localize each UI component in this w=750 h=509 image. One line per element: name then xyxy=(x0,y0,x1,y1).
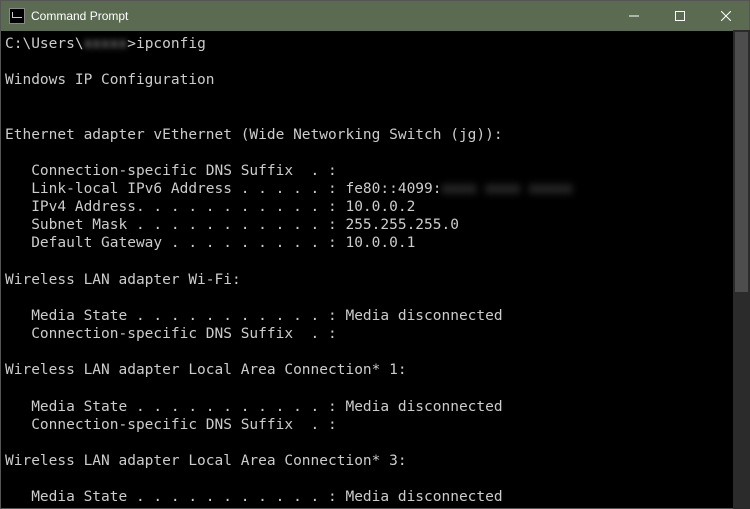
prompt-command: ipconfig xyxy=(136,36,206,52)
prompt-chevron: > xyxy=(127,36,136,52)
scrollbar-thumb[interactable] xyxy=(735,32,748,292)
kv-row: Media State . . . . . . . . . . . : Medi… xyxy=(5,308,503,324)
adapter-title: Ethernet adapter vEthernet (Wide Network… xyxy=(5,127,503,143)
kv-row: Default Gateway . . . . . . . . . : 10.0… xyxy=(5,235,415,251)
close-button[interactable] xyxy=(703,1,749,31)
terminal-output[interactable]: C:\Users\xxxxx>ipconfig Windows IP Confi… xyxy=(1,31,749,508)
kv-row: Subnet Mask . . . . . . . . . . . : 255.… xyxy=(5,217,459,233)
adapter-title: Wireless LAN adapter Local Area Connecti… xyxy=(5,362,407,378)
kv-row: Connection-specific DNS Suffix . : xyxy=(5,507,337,508)
header-line: Windows IP Configuration xyxy=(5,72,215,88)
cmd-icon xyxy=(9,8,25,24)
maximize-icon xyxy=(675,11,685,21)
prompt-line: C:\Users\xxxxx>ipconfig xyxy=(5,36,206,52)
adapter-title: Wireless LAN adapter Wi-Fi: xyxy=(5,272,241,288)
kv-row: IPv4 Address. . . . . . . . . . . : 10.0… xyxy=(5,199,415,215)
close-icon xyxy=(721,11,731,21)
command-prompt-window: Command Prompt C:\Users\xxxxx>ipconfig W… xyxy=(0,0,750,509)
titlebar[interactable]: Command Prompt xyxy=(1,1,749,31)
minimize-icon xyxy=(629,11,639,21)
maximize-button[interactable] xyxy=(657,1,703,31)
kv-row: Connection-specific DNS Suffix . : xyxy=(5,417,337,433)
prompt-path: C:\Users\ xyxy=(5,36,84,52)
kv-row: Connection-specific DNS Suffix . : xyxy=(5,163,337,179)
ipv6-hidden-tail: xxxx xxxx xxxxx xyxy=(442,181,573,197)
minimize-button[interactable] xyxy=(611,1,657,31)
kv-row: Media State . . . . . . . . . . . : Medi… xyxy=(5,489,503,505)
kv-row: Media State . . . . . . . . . . . : Medi… xyxy=(5,399,503,415)
scrollbar[interactable] xyxy=(733,30,750,509)
adapter-title: Wireless LAN adapter Local Area Connecti… xyxy=(5,453,407,469)
prompt-username-hidden: xxxxx xyxy=(84,36,128,52)
kv-row: Link-local IPv6 Address . . . . . : fe80… xyxy=(5,181,572,197)
window-title: Command Prompt xyxy=(31,9,128,23)
kv-row: Connection-specific DNS Suffix . : xyxy=(5,326,337,342)
